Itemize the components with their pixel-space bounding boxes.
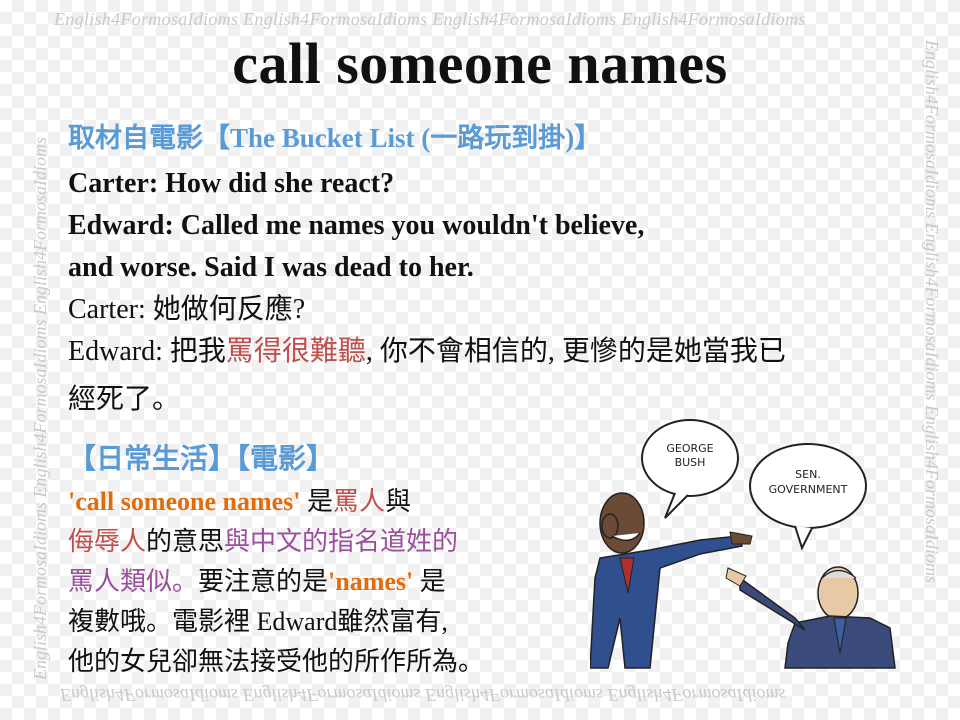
dialog-line-edward-en-2: and worse. Said I was dead to her. <box>68 252 474 283</box>
explain-highlight-purple: 罵人類似。 <box>68 567 199 596</box>
speech-bubble-left: GEORGE BUSH <box>641 419 739 519</box>
explain-text: 他的女兒卻無法接受他的所作所為。 <box>68 647 485 676</box>
movie-source-heading: 取材自電影【The Bucket List (一路玩到掛)】 <box>68 123 602 153</box>
figure-left <box>590 492 753 669</box>
political-cartoon-image: GEORGE BUSH SEN. GOVERNMENT <box>590 419 896 669</box>
explain-text: 要注意的是 <box>198 567 329 596</box>
dialog-line-edward-zh: Edward: 把我罵得很難聽, 你不會相信的, 更慘的是她當我已 <box>68 331 928 373</box>
dialog-line-edward-zh-cont: 經死了。 <box>68 384 181 415</box>
figure-right <box>725 566 896 669</box>
usage-section-heading: 【日常生活】【電影】 <box>68 444 335 475</box>
explain-text: 與 <box>385 487 412 516</box>
dialog-line-carter-en: Carter: How did she react? <box>68 168 395 199</box>
explanation-block: 'call someone names' 是罵人與 侮辱人的意思與中文的指名道姓… <box>68 482 568 682</box>
explain-text: 是 <box>300 487 334 516</box>
bubble-right-line-2: GOVERNMENT <box>769 483 848 496</box>
dialog-edward-zh-highlight: 罵得很難聽 <box>225 336 366 367</box>
dialog-line-edward-en-1: Edward: Called me names you wouldn't bel… <box>68 210 645 241</box>
names-word: 'names' <box>328 567 414 596</box>
dialog-line-carter-zh: Carter: 她做何反應? <box>68 294 306 325</box>
explain-highlight-purple: 與中文的指名道姓的 <box>224 527 459 556</box>
speech-bubble-right: SEN. GOVERNMENT <box>749 443 867 551</box>
explain-text: 的意思 <box>146 527 225 556</box>
bubble-left-line-1: GEORGE <box>666 442 713 455</box>
dialog-edward-zh-start: Edward: 把我 <box>68 336 226 367</box>
watermark-left: English4FormosaIdioms English4FormosaIdi… <box>30 136 50 680</box>
explain-text: 是 <box>413 567 446 596</box>
explain-highlight: 侮辱人 <box>68 527 147 556</box>
explain-text: 複數哦。電影裡 Edward雖然富有, <box>68 607 448 636</box>
bubble-right-line-1: SEN. <box>795 468 821 481</box>
watermark-bottom: English4FormosaIdioms English4FormosaIdi… <box>60 685 786 705</box>
bubble-left-line-2: BUSH <box>675 456 706 469</box>
page-title: call someone names <box>232 31 728 96</box>
watermark-top: English4FormosaIdioms English4FormosaIdi… <box>54 9 806 29</box>
explain-highlight: 罵人 <box>333 487 386 516</box>
idiom-phrase: 'call someone names' <box>68 487 301 516</box>
dialog-block: Carter: How did she react? Edward: Calle… <box>68 163 928 421</box>
dialog-edward-zh-end: , 你不會相信的, 更慘的是她當我已 <box>365 336 786 367</box>
